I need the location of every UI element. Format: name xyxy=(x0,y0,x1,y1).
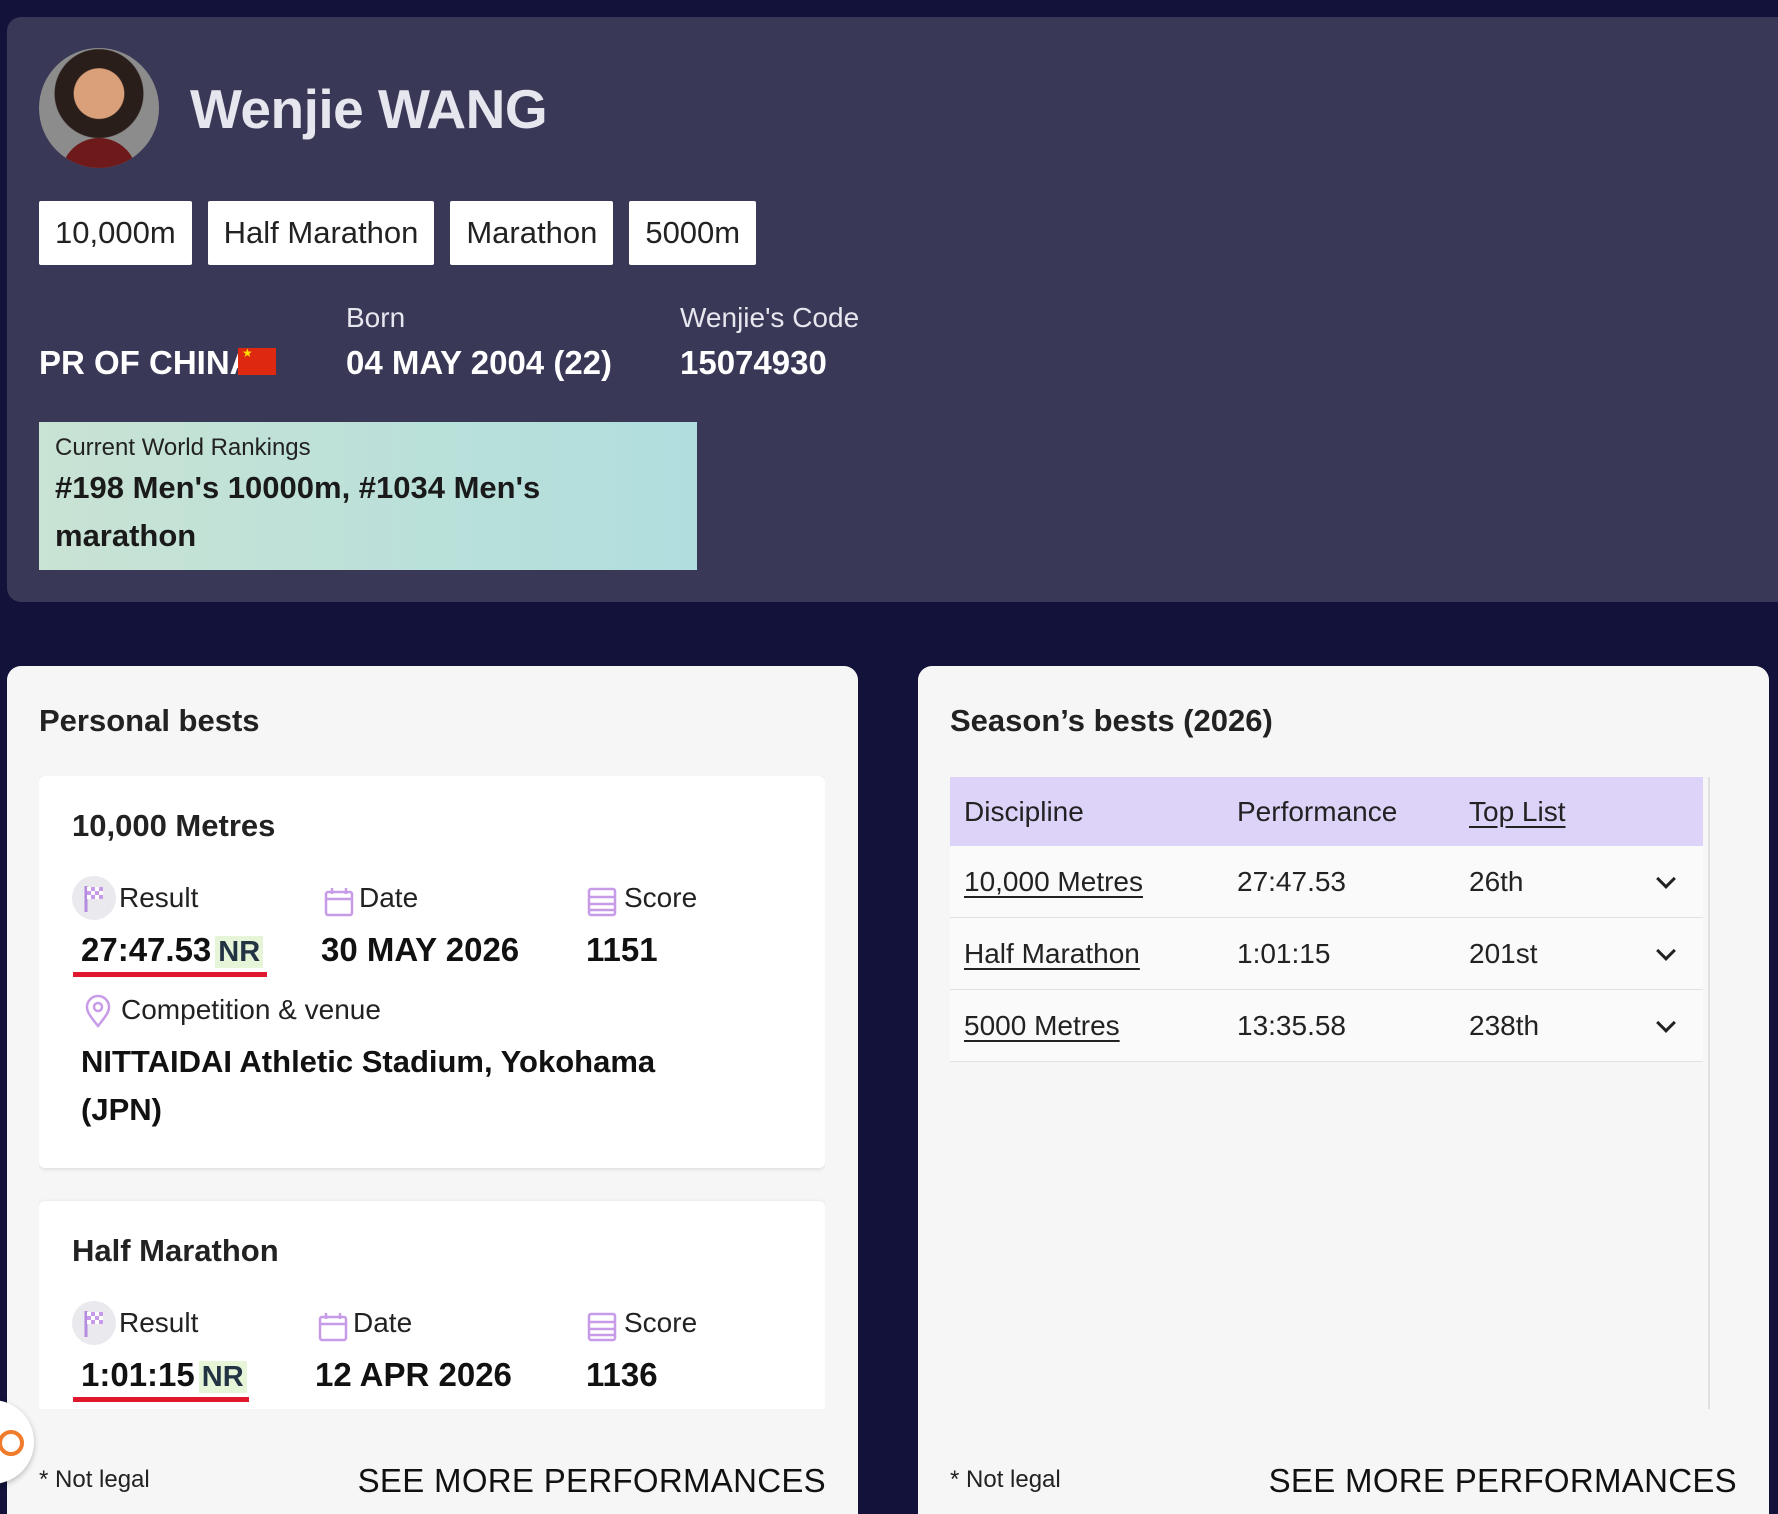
discipline-tags: 10,000m Half Marathon Marathon 5000m xyxy=(39,201,757,265)
chevron-down-icon[interactable] xyxy=(1656,869,1676,889)
athlete-header: Wenjie WANG 10,000m Half Marathon Marath… xyxy=(7,17,1778,602)
toplist-cell: 26th xyxy=(1469,866,1524,897)
result-flag-icon xyxy=(72,1301,116,1345)
score-label: Score xyxy=(624,882,698,913)
see-more-performances-button[interactable]: SEE MORE PERFORMANCES xyxy=(1269,1462,1737,1500)
table-scrollbar[interactable] xyxy=(1708,777,1710,1409)
toplist-cell: 238th xyxy=(1469,1010,1540,1041)
result-flag-icon xyxy=(72,876,116,920)
born-value: 04 MAY 2004 (22) xyxy=(346,344,613,381)
pb-event-title: 10,000 Metres xyxy=(72,808,276,843)
athlete-name: Wenjie WANG xyxy=(190,78,548,140)
rankings-label: Current World Rankings xyxy=(55,434,311,461)
performance-cell: 1:01:15 xyxy=(1237,938,1331,969)
nr-badge: NR xyxy=(215,936,264,968)
season-bests-table: Discipline Performance Top List 10,000 M… xyxy=(950,777,1703,1062)
discipline-link[interactable]: Half Marathon xyxy=(964,918,1140,990)
panel-title: Season’s bests (2026) xyxy=(950,703,1273,738)
athlete-avatar xyxy=(39,48,159,168)
code-value: 15074930 xyxy=(680,344,827,381)
not-legal-note: * Not legal xyxy=(950,1466,1061,1493)
result-time: 27:47.53 xyxy=(81,931,212,968)
score-value: 1136 xyxy=(586,1356,658,1393)
see-more-performances-button[interactable]: SEE MORE PERFORMANCES xyxy=(358,1462,826,1500)
discipline-tag[interactable]: Marathon xyxy=(450,201,614,265)
table-row: 10,000 Metres 27:47.53 26th xyxy=(950,846,1703,918)
date-label: Date xyxy=(353,1307,413,1338)
discipline-tag[interactable]: Half Marathon xyxy=(207,201,435,265)
score-label: Score xyxy=(624,1307,698,1338)
table-row: Half Marathon 1:01:15 201st xyxy=(950,918,1703,990)
date-value: 30 MAY 2026 xyxy=(321,931,520,968)
performance-cell: 27:47.53 xyxy=(1237,866,1346,897)
date-label: Date xyxy=(359,882,419,913)
result-underline xyxy=(73,972,267,977)
date-value: 12 APR 2026 xyxy=(315,1356,512,1393)
personal-bests-list[interactable]: 10,000 Metres Result 27:47.53 NR Date 30 … xyxy=(39,776,825,1409)
chevron-down-icon[interactable] xyxy=(1656,1013,1676,1033)
score-value: 1151 xyxy=(586,931,658,968)
venue-value: NITTAIDAI Athletic Stadium, Yokohama (JP… xyxy=(81,1044,656,1127)
pb-event-title: Half Marathon xyxy=(72,1233,279,1268)
table-row: 5000 Metres 13:35.58 238th xyxy=(950,990,1703,1062)
result-value: 1:01:15 NR xyxy=(81,1356,247,1394)
performance-cell: 13:35.58 xyxy=(1237,1010,1346,1041)
season-bests-panel: Season’s bests (2026) Discipline Perform… xyxy=(918,666,1769,1514)
result-time: 1:01:15 xyxy=(81,1356,195,1393)
country: PR OF CHINA xyxy=(39,344,254,381)
score-icon xyxy=(587,1312,617,1342)
nr-badge: NR xyxy=(198,1361,247,1393)
col-discipline: Discipline xyxy=(964,796,1084,827)
score-icon xyxy=(587,887,617,917)
pb-card: 10,000 Metres Result 27:47.53 NR Date 30 … xyxy=(39,776,825,1168)
col-toplist-link[interactable]: Top List xyxy=(1469,777,1566,846)
china-flag-icon xyxy=(238,346,276,375)
panel-title: Personal bests xyxy=(39,703,260,738)
world-rankings-box: Current World Rankings #198 Men's 10000m… xyxy=(39,422,697,570)
calendar-icon xyxy=(318,1313,348,1342)
calendar-icon xyxy=(324,888,354,917)
discipline-link[interactable]: 10,000 Metres xyxy=(964,846,1143,918)
discipline-tag[interactable]: 10,000m xyxy=(39,201,192,265)
result-value: 27:47.53 NR xyxy=(81,931,264,969)
venue-label: Competition & venue xyxy=(121,994,381,1025)
result-label: Result xyxy=(119,1307,199,1338)
not-legal-note: * Not legal xyxy=(39,1466,150,1493)
result-label: Result xyxy=(119,882,199,913)
born-label: Born xyxy=(346,302,406,333)
code-label: Wenjie's Code xyxy=(680,302,860,333)
rankings-value: #198 Men's 10000m, #1034 Men's marathon xyxy=(55,470,541,553)
location-pin-icon xyxy=(85,994,111,1029)
pb-card: Half Marathon Result 1:01:15 NR Date 12 A… xyxy=(39,1201,825,1409)
discipline-tag[interactable]: 5000m xyxy=(629,201,757,265)
discipline-link[interactable]: 5000 Metres xyxy=(964,990,1120,1062)
col-performance: Performance xyxy=(1237,796,1398,827)
personal-bests-panel: Personal bests 10,000 Metres Result 27:4… xyxy=(7,666,858,1514)
toplist-cell: 201st xyxy=(1469,938,1538,969)
chevron-down-icon[interactable] xyxy=(1656,941,1676,961)
table-header: Discipline Performance Top List xyxy=(950,777,1703,846)
result-underline xyxy=(73,1397,249,1402)
